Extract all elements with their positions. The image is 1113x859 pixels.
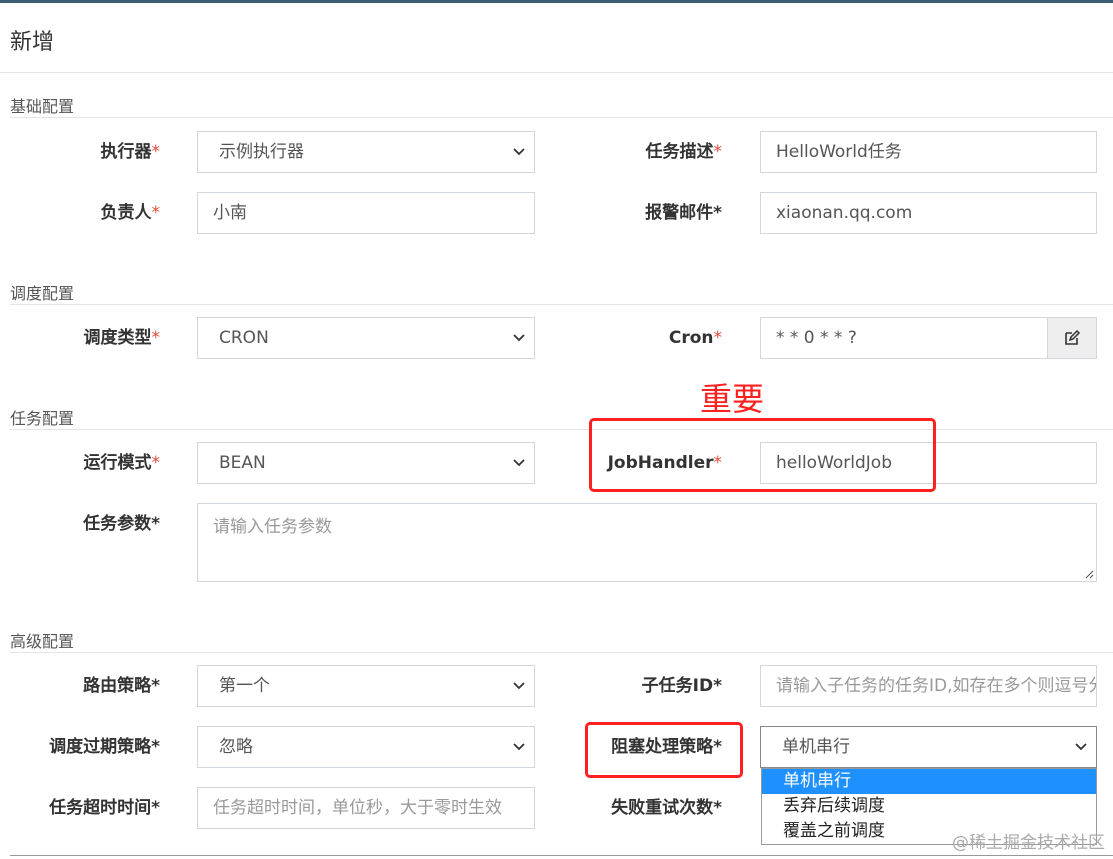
block-strategy-option-discard-later[interactable]: 丢弃后续调度 [762, 794, 1096, 819]
child-job-id-input[interactable]: 请输入子任务的任务ID,如存在多个则逗号分隔 [760, 665, 1097, 707]
highlight-job-handler [589, 418, 936, 492]
block-strategy-value: 单机串行 [782, 737, 850, 757]
section-task-divider [10, 429, 1113, 430]
top-accent-bar [0, 0, 1113, 3]
cron-edit-button[interactable] [1047, 317, 1097, 359]
block-strategy-select[interactable]: 单机串行 [760, 726, 1097, 768]
section-advanced-title: 高级配置 [10, 632, 75, 651]
owner-input[interactable]: 小南 [197, 192, 535, 234]
bottom-divider [10, 855, 1113, 856]
owner-label: 负责人* [100, 203, 161, 223]
run-mode-select[interactable]: BEAN [197, 442, 535, 484]
title-divider [0, 72, 1113, 73]
section-schedule-title: 调度配置 [10, 284, 75, 303]
executor-value: 示例执行器 [219, 142, 304, 162]
watermark: @稀土掘金技术社区 [952, 833, 1105, 853]
misfire-strategy-value: 忽略 [219, 737, 253, 757]
fail-retry-label: 失败重试次数* [611, 798, 722, 818]
edit-icon [1065, 329, 1081, 345]
chevron-down-icon [513, 148, 525, 156]
child-job-id-label: 子任务ID* [641, 676, 722, 696]
alarm-email-label: 报警邮件* [645, 203, 722, 223]
modal-title: 新增 [10, 30, 55, 55]
schedule-type-select[interactable]: CRON [197, 317, 535, 359]
route-strategy-label: 路由策略* [83, 676, 160, 696]
route-strategy-value: 第一个 [219, 676, 270, 696]
highlight-block-strategy [585, 722, 743, 778]
section-task-title: 任务配置 [10, 409, 75, 428]
section-advanced-divider [10, 652, 1113, 653]
chevron-down-icon [1075, 743, 1087, 751]
job-param-label: 任务参数* [83, 514, 160, 534]
schedule-type-label: 调度类型* [83, 328, 161, 348]
block-strategy-option-serial[interactable]: 单机串行 [762, 769, 1096, 794]
alarm-email-input[interactable]: xiaonan.qq.com [760, 192, 1097, 234]
resize-grip-icon[interactable] [1084, 569, 1094, 579]
chevron-down-icon [513, 459, 525, 467]
section-schedule-divider [10, 304, 1113, 305]
timeout-label: 任务超时时间* [49, 798, 160, 818]
misfire-strategy-select[interactable]: 忽略 [197, 726, 535, 768]
chevron-down-icon [513, 743, 525, 751]
chevron-down-icon [513, 334, 525, 342]
section-basic-divider [10, 117, 1113, 118]
cron-input[interactable]: * * 0 * * ? [760, 317, 1049, 359]
annotation-important: 重要 [700, 380, 765, 418]
job-param-placeholder: 请输入任务参数 [213, 517, 332, 537]
cron-label: Cron* [668, 328, 722, 348]
executor-select[interactable]: 示例执行器 [197, 131, 535, 173]
schedule-type-value: CRON [219, 328, 269, 348]
job-desc-label: 任务描述* [645, 142, 723, 162]
route-strategy-select[interactable]: 第一个 [197, 665, 535, 707]
executor-label: 执行器* [100, 142, 161, 162]
chevron-down-icon [513, 682, 525, 690]
run-mode-value: BEAN [219, 453, 266, 473]
section-basic-title: 基础配置 [10, 97, 75, 116]
run-mode-label: 运行模式* [83, 453, 161, 473]
misfire-strategy-label: 调度过期策略* [49, 737, 160, 757]
job-desc-input[interactable]: HelloWorld任务 [760, 131, 1097, 173]
job-param-textarea[interactable]: 请输入任务参数 [197, 503, 1097, 582]
timeout-input[interactable]: 任务超时时间，单位秒，大于零时生效 [197, 787, 535, 829]
